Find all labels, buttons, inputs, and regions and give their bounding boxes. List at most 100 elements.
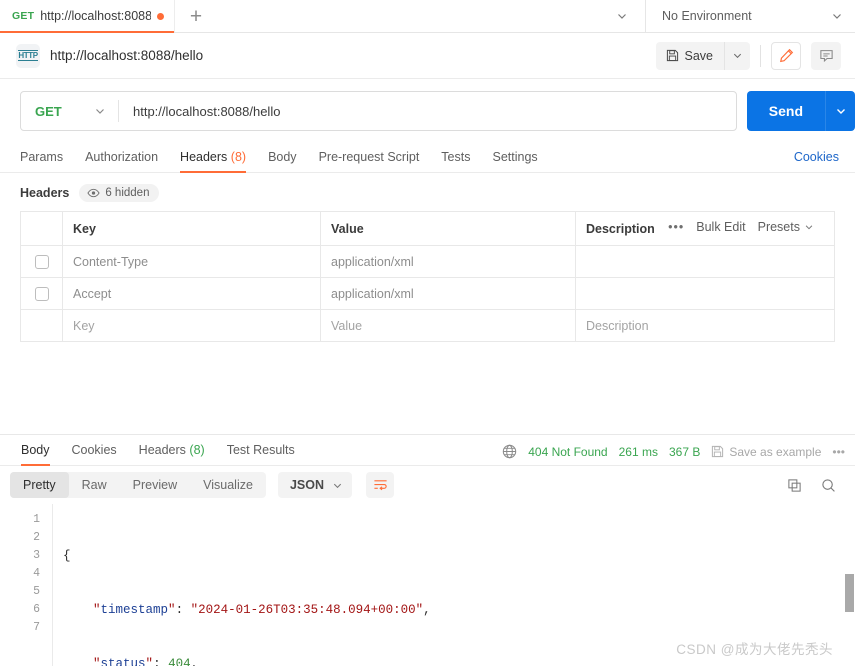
more-options-icon[interactable]: ••• bbox=[668, 220, 684, 234]
line-number: 7 bbox=[33, 621, 40, 634]
response-tab-headers[interactable]: Headers (8) bbox=[128, 443, 216, 465]
request-tab[interactable]: GET http://localhost:8088/he bbox=[0, 0, 175, 33]
row-checkbox[interactable] bbox=[34, 254, 49, 269]
save-as-example-button[interactable]: Save as example bbox=[711, 445, 821, 459]
tab-body[interactable]: Body bbox=[257, 150, 308, 172]
header-description-cell[interactable] bbox=[576, 246, 834, 277]
presets-label: Presets bbox=[757, 220, 800, 234]
http-method-selector[interactable]: GET bbox=[21, 92, 118, 130]
unsaved-dot-icon bbox=[157, 12, 164, 20]
response-tab-headers-label: Headers bbox=[138, 443, 186, 457]
json-key-status: status bbox=[100, 657, 146, 666]
tab-params[interactable]: Params bbox=[20, 150, 74, 172]
row-checkbox-cell[interactable] bbox=[21, 246, 63, 277]
response-tab-test-results[interactable]: Test Results bbox=[216, 443, 306, 465]
environment-label: No Environment bbox=[662, 9, 752, 23]
tab-params-label: Params bbox=[20, 150, 64, 164]
headers-table-actions: ••• Bulk Edit Presets bbox=[668, 220, 814, 234]
new-header-key-input[interactable]: Key bbox=[63, 310, 321, 341]
response-format-selector[interactable]: JSON bbox=[277, 472, 352, 498]
response-format-label: JSON bbox=[289, 478, 324, 492]
presets-button[interactable]: Presets bbox=[758, 220, 814, 234]
hidden-headers-toggle[interactable]: 6 hidden bbox=[79, 184, 160, 202]
word-wrap-button[interactable] bbox=[366, 472, 394, 498]
tab-body-label: Body bbox=[268, 150, 297, 164]
row-checkbox[interactable] bbox=[34, 286, 49, 301]
request-title: http://localhost:8088/hello bbox=[50, 48, 204, 63]
response-status-code: 404 Not Found bbox=[528, 444, 608, 459]
edit-request-button[interactable] bbox=[771, 41, 801, 70]
save-button[interactable]: Save bbox=[655, 41, 750, 70]
tab-method-label: GET bbox=[12, 10, 35, 22]
header-value-cell[interactable]: application/xml bbox=[321, 278, 576, 309]
header-value-cell[interactable]: application/xml bbox=[321, 246, 576, 277]
new-header-description-input[interactable]: Description bbox=[576, 310, 834, 341]
table-row[interactable]: Accept application/xml bbox=[21, 278, 834, 310]
environment-selector[interactable]: No Environment bbox=[645, 0, 855, 32]
response-body-code[interactable]: { "timestamp": "2024-01-26T03:35:48.094+… bbox=[52, 504, 855, 666]
search-response-button[interactable] bbox=[815, 472, 841, 498]
presets-chevron-down-icon bbox=[804, 222, 814, 232]
send-options-chevron-down-icon[interactable] bbox=[825, 91, 855, 131]
format-chevron-down-icon bbox=[332, 480, 343, 491]
response-more-options-icon[interactable]: ••• bbox=[832, 445, 845, 459]
new-header-value-input[interactable]: Value bbox=[321, 310, 576, 341]
http-icon-text: HTTP bbox=[17, 50, 39, 61]
response-tab-cookies-label: Cookies bbox=[71, 443, 117, 457]
save-button-label: Save bbox=[684, 48, 714, 63]
header-description-cell[interactable] bbox=[576, 278, 834, 309]
table-row[interactable]: Content-Type application/xml bbox=[21, 246, 834, 278]
json-key-timestamp: timestamp bbox=[100, 603, 169, 617]
headers-toolbar: Headers 6 hidden bbox=[0, 173, 855, 211]
view-mode-visualize[interactable]: Visualize bbox=[190, 472, 266, 498]
response-tab-headers-count: (8) bbox=[189, 443, 205, 457]
scrollbar-thumb-upper[interactable] bbox=[845, 574, 854, 612]
response-status-bar: 404 Not Found 261 ms 367 B Save as examp… bbox=[502, 444, 845, 459]
send-button[interactable]: Send bbox=[746, 91, 825, 131]
send-button-group: Send bbox=[746, 91, 855, 131]
tab-list-chevron-down-icon[interactable] bbox=[599, 0, 645, 32]
request-section-tabs: Params Authorization Headers (8) Body Pr… bbox=[0, 143, 855, 173]
url-bar: GET bbox=[20, 91, 737, 131]
column-header-value: Value bbox=[321, 212, 576, 245]
tab-tests[interactable]: Tests bbox=[430, 150, 481, 172]
header-key-cell[interactable]: Content-Type bbox=[63, 246, 321, 277]
header-key-cell[interactable]: Accept bbox=[63, 278, 321, 309]
response-view-mode-group: Pretty Raw Preview Visualize bbox=[10, 472, 266, 498]
tab-pre-request-script[interactable]: Pre-request Script bbox=[308, 150, 431, 172]
response-tab-cookies[interactable]: Cookies bbox=[61, 443, 128, 465]
view-mode-pretty[interactable]: Pretty bbox=[10, 472, 69, 498]
save-button-main[interactable]: Save bbox=[656, 42, 725, 70]
select-all-cell[interactable] bbox=[21, 212, 63, 245]
code-line-3: "status": 404, bbox=[53, 655, 855, 666]
tab-settings[interactable]: Settings bbox=[481, 150, 548, 172]
tab-pre-request-script-label: Pre-request Script bbox=[318, 150, 420, 164]
headers-label: Headers bbox=[20, 186, 70, 200]
globe-icon bbox=[502, 444, 517, 459]
line-number: 2 bbox=[33, 531, 40, 544]
tab-authorization-label: Authorization bbox=[85, 150, 159, 164]
tab-headers[interactable]: Headers (8) bbox=[169, 150, 257, 173]
tab-settings-label: Settings bbox=[492, 150, 538, 164]
view-mode-raw[interactable]: Raw bbox=[69, 472, 120, 498]
url-input[interactable] bbox=[119, 103, 736, 119]
new-tab-button[interactable]: + bbox=[175, 0, 217, 32]
cookies-link[interactable]: Cookies bbox=[794, 150, 839, 172]
save-options-chevron-down-icon[interactable] bbox=[724, 41, 750, 70]
tab-authorization[interactable]: Authorization bbox=[74, 150, 169, 172]
table-row-placeholder[interactable]: Key Value Description bbox=[21, 310, 834, 342]
response-tabs: Body Cookies Headers (8) Test Results 40… bbox=[0, 435, 855, 466]
copy-response-button[interactable] bbox=[781, 472, 807, 498]
postman-window: GET http://localhost:8088/he + No Enviro… bbox=[0, 0, 855, 666]
view-mode-preview[interactable]: Preview bbox=[120, 472, 190, 498]
row-checkbox-cell-empty bbox=[21, 310, 63, 341]
row-checkbox-cell[interactable] bbox=[21, 278, 63, 309]
tab-headers-count: (8) bbox=[230, 150, 247, 164]
toolbar-divider bbox=[760, 44, 761, 67]
response-body-scrollbar[interactable] bbox=[845, 574, 854, 666]
comments-button[interactable] bbox=[811, 41, 841, 70]
response-size: 367 B bbox=[668, 444, 701, 459]
response-tab-body[interactable]: Body bbox=[10, 443, 61, 466]
bulk-edit-button[interactable]: Bulk Edit bbox=[696, 220, 745, 234]
line-number-gutter: 1 2 3 4 5 6 7 bbox=[0, 504, 52, 666]
